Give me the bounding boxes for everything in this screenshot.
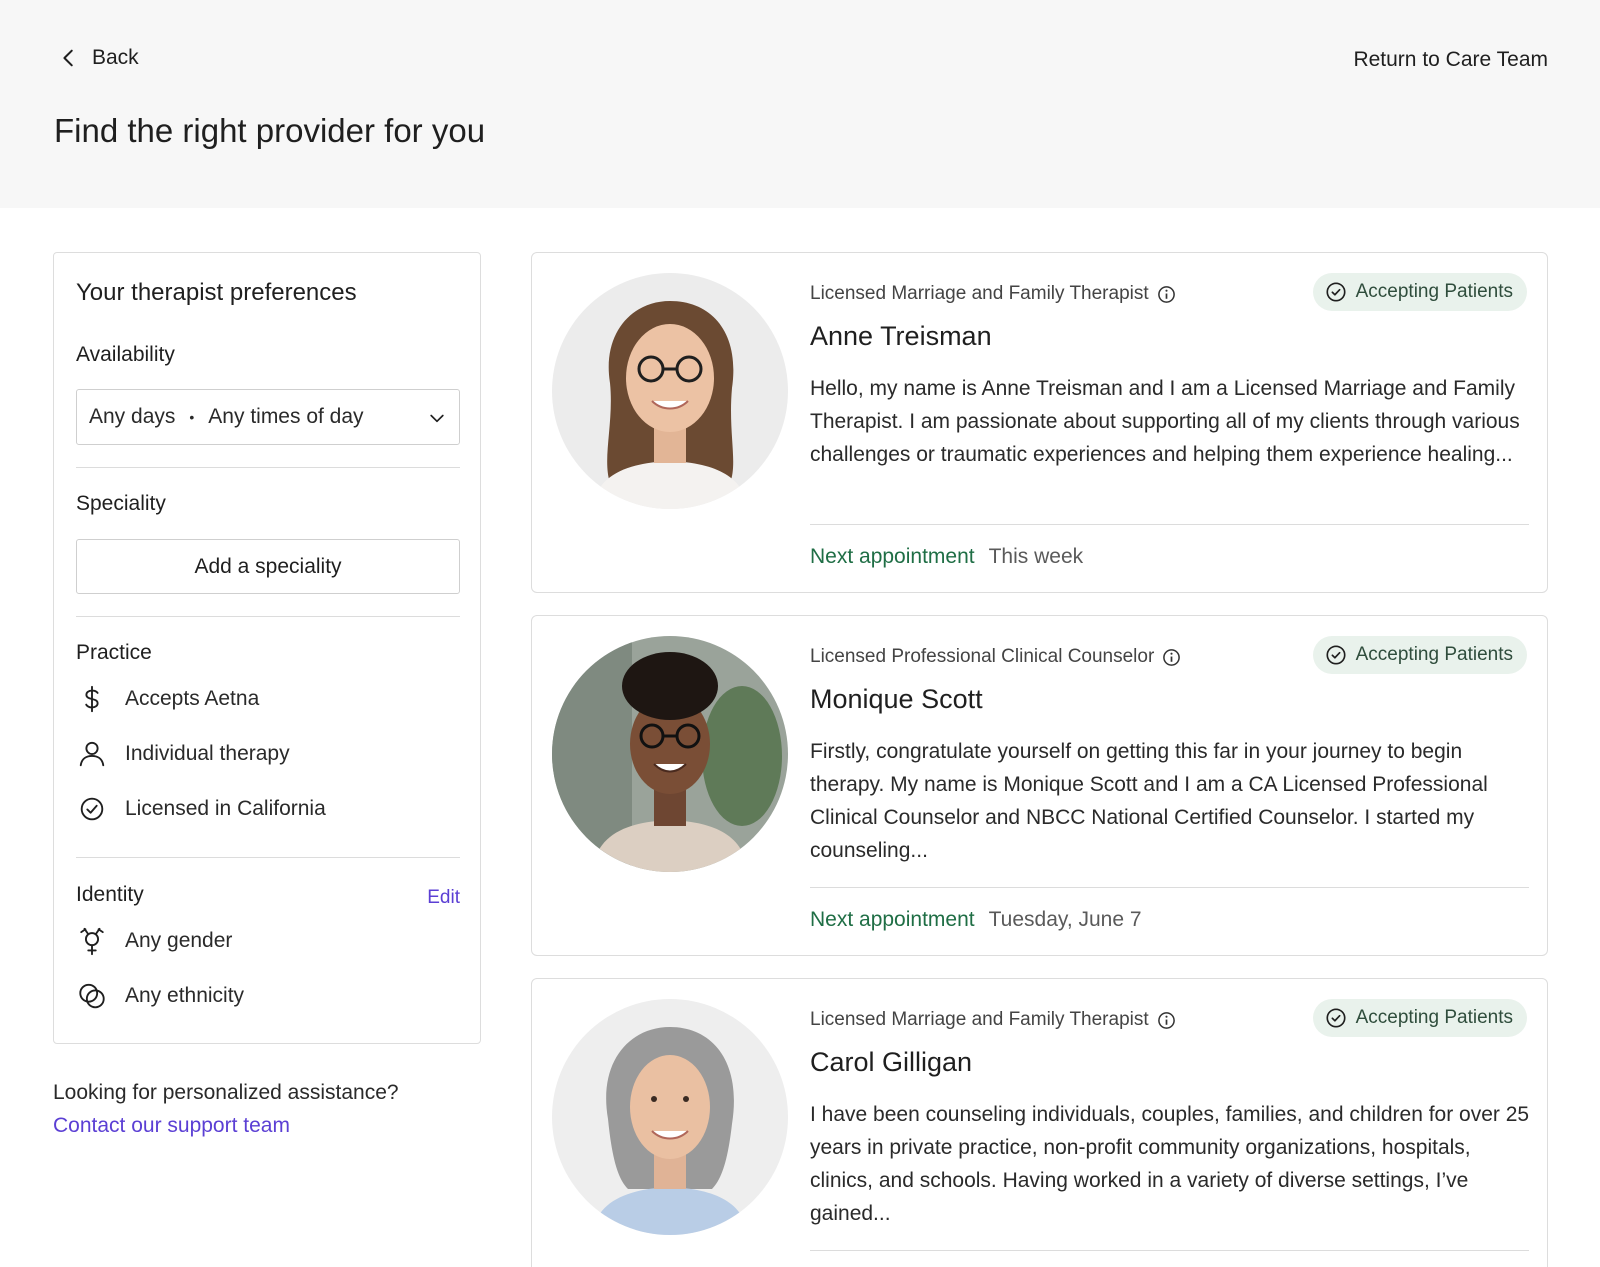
info-icon[interactable] (1157, 1011, 1176, 1030)
divider (76, 467, 460, 468)
check-circle-icon (1326, 1008, 1346, 1028)
availability-select[interactable]: Any days • Any times of day (76, 389, 460, 445)
provider-name: Anne Treisman (810, 321, 992, 351)
credential-label: Licensed Marriage and Family Therapist (810, 283, 1149, 304)
add-speciality-button[interactable]: Add a speciality (76, 539, 460, 594)
page-title: Find the right provider for you (54, 112, 486, 149)
availability-separator: • (189, 409, 195, 425)
check-circle-icon (1326, 282, 1346, 302)
identity-item-gender: Any gender (76, 925, 232, 957)
avatar (552, 999, 788, 1235)
avatar (552, 636, 788, 872)
provider-credential: Licensed Professional Clinical Counselor (810, 646, 1181, 668)
preferences-panel: Your therapist preferences Availability … (53, 252, 481, 1044)
page-header: Back Return to Care Team Find the right … (0, 0, 1600, 208)
credential-label: Licensed Professional Clinical Counselor (810, 646, 1155, 667)
provider-bio: Hello, my name is Anne Treisman and I am… (810, 377, 1520, 466)
practice-item-label: Licensed in California (125, 797, 326, 820)
provider-name: Monique Scott (810, 684, 983, 714)
check-circle-icon (76, 793, 108, 825)
provider-bio: I have been counseling individuals, coup… (810, 1103, 1530, 1225)
next-appointment-value: Tuesday, June 7 (988, 908, 1142, 931)
practice-item-label: Accepts Aetna (125, 687, 260, 710)
practice-item-insurance: Accepts Aetna (76, 683, 259, 715)
identity-heading: Identity (76, 883, 144, 906)
chevron-down-icon (430, 414, 444, 423)
provider-name: Carol Gilligan (810, 1047, 973, 1077)
credential-label: Licensed Marriage and Family Therapist (810, 1009, 1149, 1030)
badge-label: Accepting Patients (1355, 644, 1513, 665)
badge-label: Accepting Patients (1355, 281, 1513, 302)
availability-times: Any times of day (208, 405, 364, 428)
divider (810, 1250, 1529, 1251)
divider (76, 616, 460, 617)
avatar (552, 273, 788, 509)
speciality-heading: Speciality (76, 492, 166, 515)
provider-card[interactable]: Licensed Professional Clinical Counselor… (531, 615, 1548, 956)
badge-label: Accepting Patients (1355, 1007, 1513, 1028)
divider (810, 524, 1529, 525)
practice-item-license: Licensed in California (76, 793, 326, 825)
provider-bio: Firstly, congratulate yourself on gettin… (810, 740, 1488, 862)
next-appointment-label: Next appointment (810, 908, 975, 931)
accepting-patients-badge: Accepting Patients (1312, 273, 1527, 311)
next-appointment-label: Next appointment (810, 545, 975, 568)
info-icon[interactable] (1157, 285, 1176, 304)
person-icon (76, 738, 108, 770)
chevron-left-icon (63, 49, 73, 67)
back-button[interactable]: Back (58, 46, 139, 70)
preferences-title: Your therapist preferences (76, 279, 357, 306)
identity-item-ethnicity: Any ethnicity (76, 980, 244, 1012)
availability-heading: Availability (76, 343, 175, 366)
gender-icon (76, 925, 108, 957)
help-text: Looking for personalized assistance? (53, 1081, 399, 1104)
contact-support-link[interactable]: Contact our support team (53, 1114, 290, 1138)
info-icon[interactable] (1162, 648, 1181, 667)
next-appointment-value: This week (988, 545, 1084, 568)
practice-item-label: Individual therapy (125, 742, 290, 765)
provider-card[interactable]: Licensed Marriage and Family Therapist A… (531, 252, 1548, 593)
accepting-patients-badge: Accepting Patients (1312, 636, 1527, 674)
identity-item-label: Any gender (125, 929, 233, 952)
practice-heading: Practice (76, 641, 152, 664)
back-label: Back (92, 46, 139, 69)
return-to-care-team-link[interactable]: Return to Care Team (1353, 48, 1548, 72)
next-appointment: Next appointment This week (810, 545, 1083, 569)
divider (810, 887, 1529, 888)
ethnicity-icon (76, 980, 108, 1012)
availability-days: Any days (89, 405, 176, 428)
check-circle-icon (1326, 645, 1346, 665)
next-appointment: Next appointment Tuesday, June 7 (810, 908, 1142, 932)
provider-card[interactable]: Licensed Marriage and Family Therapist A… (531, 978, 1548, 1267)
identity-item-label: Any ethnicity (125, 984, 245, 1007)
provider-credential: Licensed Marriage and Family Therapist (810, 283, 1176, 305)
practice-item-therapy-type: Individual therapy (76, 738, 290, 770)
provider-credential: Licensed Marriage and Family Therapist (810, 1009, 1176, 1031)
divider (76, 857, 460, 858)
identity-edit-link[interactable]: Edit (427, 887, 460, 909)
dollar-icon (76, 683, 108, 715)
accepting-patients-badge: Accepting Patients (1312, 999, 1527, 1037)
